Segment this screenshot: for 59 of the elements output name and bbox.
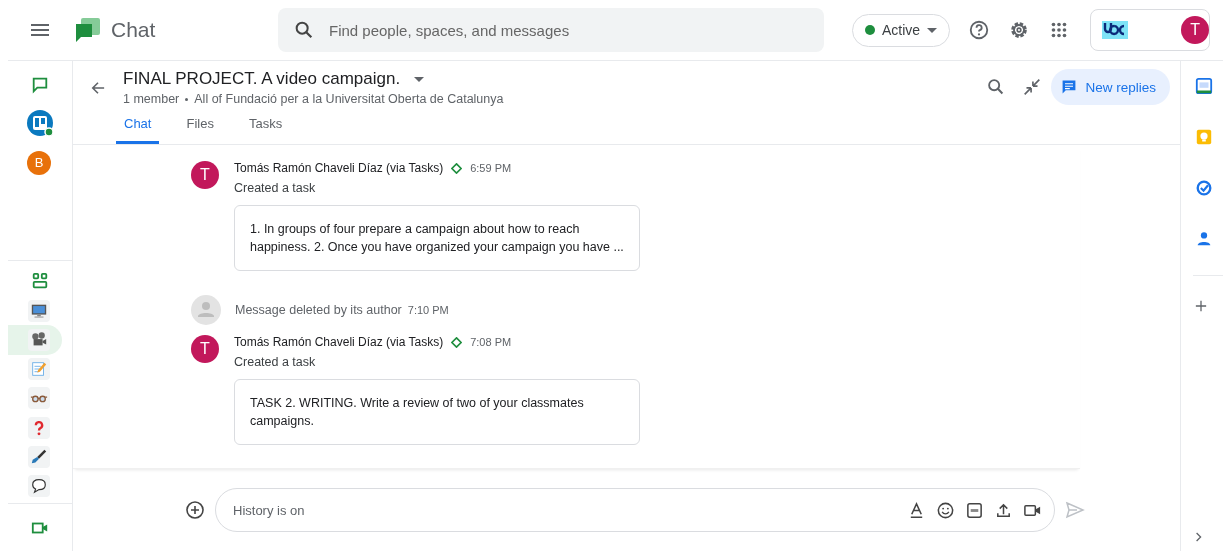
caret-icon[interactable] bbox=[414, 76, 425, 82]
chat-icon bbox=[31, 75, 49, 94]
message-text: Created a task bbox=[234, 355, 317, 369]
message-time: 6:59 PM bbox=[470, 162, 512, 174]
search-input[interactable]: Find people, spaces, and messages bbox=[327, 20, 824, 40]
tab[interactable]: Chat bbox=[116, 108, 160, 144]
film-projector-icon bbox=[28, 328, 50, 351]
deleted-notice: Message deleted by its author bbox=[235, 303, 402, 317]
back-arrow-icon[interactable] bbox=[91, 81, 105, 95]
author-name: Tomás Ramón Chaveli Díaz (via Tasks) bbox=[234, 335, 444, 349]
space-audience: All of Fundació per a la Universitat Oberta de Catalunya bbox=[194, 92, 504, 106]
glasses-icon bbox=[28, 387, 50, 410]
board-avatar-icon bbox=[27, 109, 55, 138]
account-avatar[interactable]: T bbox=[1181, 16, 1210, 44]
user-avatar: T bbox=[191, 335, 219, 363]
rail-item[interactable]: B bbox=[8, 143, 62, 182]
search-bar[interactable]: Find people, spaces, and messages bbox=[278, 8, 824, 52]
add-icon[interactable] bbox=[185, 500, 205, 520]
memo-icon bbox=[28, 358, 50, 381]
diamond-icon bbox=[451, 162, 463, 174]
author-name: Tomás Ramón Chaveli Díaz (via Tasks) bbox=[234, 161, 444, 175]
status-dropdown[interactable]: Active bbox=[852, 13, 951, 47]
account-switcher[interactable]: T bbox=[1090, 9, 1211, 51]
emoji-icon[interactable] bbox=[936, 500, 955, 520]
new-replies-button[interactable]: New replies bbox=[1051, 69, 1170, 105]
fountain-pen-icon bbox=[28, 446, 50, 469]
question-icon bbox=[28, 416, 50, 439]
speech-bubble-icon bbox=[28, 475, 50, 498]
user-avatar: T bbox=[191, 161, 219, 189]
tab[interactable]: Files bbox=[178, 108, 222, 144]
space-title: FINAL PROJECT. A video campaign. bbox=[123, 69, 401, 89]
message-time: 7:10 PM bbox=[407, 304, 449, 316]
organization-logo-icon bbox=[1102, 21, 1129, 39]
spaces-icon bbox=[31, 272, 49, 291]
message-text: Created a task bbox=[234, 181, 317, 195]
caret-icon bbox=[927, 27, 938, 33]
add-icon[interactable] bbox=[1195, 300, 1207, 312]
space-item[interactable] bbox=[8, 325, 62, 355]
person-avatar-icon bbox=[191, 295, 221, 325]
help-icon[interactable] bbox=[968, 19, 991, 41]
gif-icon[interactable] bbox=[965, 500, 984, 520]
tab[interactable]: Tasks bbox=[240, 108, 291, 144]
chevron-right-icon[interactable] bbox=[1195, 531, 1203, 543]
member-count: 1 member bbox=[123, 92, 180, 106]
diamond-icon bbox=[451, 336, 463, 348]
user-avatar: B bbox=[27, 150, 51, 175]
menu-icon[interactable] bbox=[31, 24, 49, 36]
task-check-icon[interactable] bbox=[1195, 179, 1213, 197]
chat-logo-icon bbox=[75, 17, 101, 43]
app-name: Chat bbox=[111, 18, 157, 42]
search-icon bbox=[293, 19, 315, 41]
message-icon bbox=[1061, 79, 1078, 95]
separator-dot-icon bbox=[185, 97, 189, 101]
task-card[interactable]: 1. In groups of four prepare a campaign about how to reach happiness. 2. Once you have organized your campaign you have ... bbox=[234, 205, 640, 271]
calendar-icon[interactable] bbox=[1195, 77, 1213, 95]
task-card[interactable]: TASK 2. WRITING. Write a review of two of your classmates campaigns. bbox=[234, 379, 640, 445]
message-time: 7:08 PM bbox=[470, 336, 512, 348]
monitor-icon bbox=[28, 299, 50, 322]
contacts-icon[interactable] bbox=[1195, 230, 1213, 248]
